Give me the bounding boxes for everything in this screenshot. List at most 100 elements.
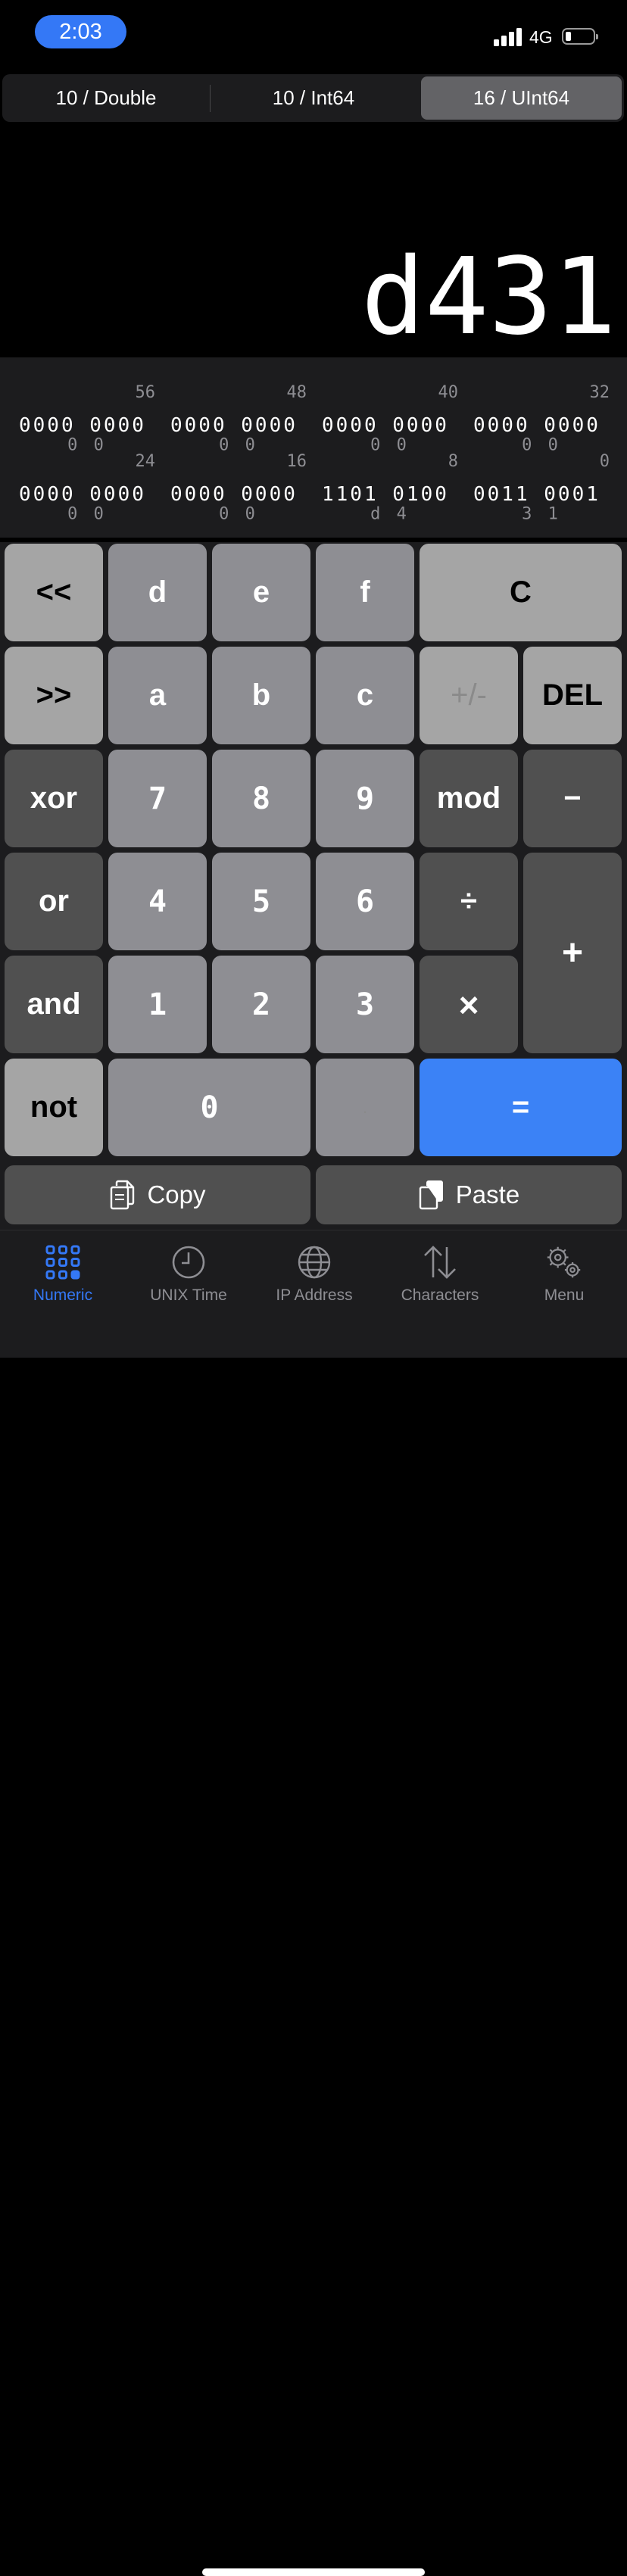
bit-binary[interactable]: 0000 0000 — [19, 414, 146, 437]
bit-position-label: 40 — [438, 383, 459, 402]
globe-icon — [298, 1246, 331, 1279]
gears-icon — [547, 1246, 581, 1278]
hex-d-key[interactable]: d — [108, 544, 207, 641]
divide-key[interactable]: ÷ — [420, 853, 518, 950]
cellular-signal-icon — [494, 28, 524, 46]
copy-button[interactable]: Copy — [5, 1165, 310, 1224]
mode-option-decimal-int64[interactable]: 10 / Int64 — [212, 76, 415, 120]
bit-binary[interactable]: 0000 0000 — [322, 414, 449, 437]
clear-key[interactable]: C — [420, 544, 622, 641]
bit-position-label: 0 — [599, 452, 610, 471]
arrows-up-down-icon — [424, 1246, 456, 1279]
digit-1-key[interactable]: 1 — [108, 956, 207, 1053]
digit-8-key[interactable]: 8 — [212, 750, 310, 847]
equals-key[interactable]: = — [420, 1059, 622, 1156]
bits-panel: 56 0000 0000 0 0 48 0000 0000 0 0 40 000… — [0, 357, 627, 538]
tab-label: UNIX Time — [150, 1286, 227, 1304]
bit-position-label: 24 — [135, 452, 156, 471]
bit-group: 48 0000 0000 0 0 — [170, 383, 307, 455]
tab-bar: Numeric UNIX Time IP Address Characters … — [0, 1230, 627, 2576]
negate-key[interactable]: +/- — [420, 647, 518, 744]
bit-group: 40 0000 0000 0 0 — [322, 383, 459, 455]
bit-group: 8 1101 0100 d 4 — [322, 452, 458, 524]
bit-group: 32 0000 0000 0 0 — [473, 383, 610, 455]
digit-9-key[interactable]: 9 — [316, 750, 414, 847]
digit-0-label: 0 — [200, 1090, 219, 1125]
shift-right-key[interactable]: >> — [5, 647, 103, 744]
digit-4-label: 4 — [148, 884, 167, 919]
and-key[interactable]: and — [5, 956, 103, 1053]
tab-unix-time[interactable]: UNIX Time — [126, 1244, 251, 1305]
tab-ip-address[interactable]: IP Address — [251, 1244, 377, 1305]
battery-icon — [562, 28, 598, 45]
bit-binary[interactable]: 0000 0000 — [170, 483, 298, 506]
hex-f-key[interactable]: f — [316, 544, 414, 641]
hex-b-key[interactable]: b — [212, 647, 310, 744]
not-key[interactable]: not — [5, 1059, 103, 1156]
digit-7-label: 7 — [148, 781, 167, 816]
base-mode-selector: 10 / Double 10 / Int64 16 / UInt64 — [2, 74, 624, 122]
clock-icon — [172, 1246, 205, 1279]
tab-label: Numeric — [33, 1286, 93, 1304]
bit-binary[interactable]: 0000 0000 — [473, 414, 600, 437]
or-key[interactable]: or — [5, 853, 103, 950]
bit-binary[interactable]: 0011 0001 — [473, 483, 600, 506]
bit-position-label: 48 — [286, 383, 307, 402]
status-time: 2:03 — [35, 15, 126, 48]
paste-icon — [419, 1180, 443, 1210]
bit-binary[interactable]: 0000 0000 — [19, 483, 146, 506]
tab-label: Characters — [401, 1286, 479, 1304]
tab-numeric[interactable]: Numeric — [0, 1244, 126, 1305]
bit-position-label: 8 — [448, 452, 458, 471]
bit-group: 0 0011 0001 3 1 — [473, 452, 610, 524]
bit-group: 56 0000 0000 0 0 — [19, 383, 155, 455]
hex-e-key[interactable]: e — [212, 544, 310, 641]
digit-6-label: 6 — [355, 884, 375, 919]
bit-position-label: 32 — [589, 383, 610, 402]
hex-a-key[interactable]: a — [108, 647, 207, 744]
bit-hex-digits: 3 1 — [522, 504, 561, 524]
digit-7-key[interactable]: 7 — [108, 750, 207, 847]
bit-binary[interactable]: 0000 0000 — [170, 414, 298, 437]
network-type: 4G — [529, 27, 553, 47]
segment-divider — [210, 85, 211, 112]
mod-key[interactable]: mod — [420, 750, 518, 847]
mode-option-decimal-double[interactable]: 10 / Double — [5, 76, 207, 120]
paste-button[interactable]: Paste — [316, 1165, 622, 1224]
digit-0-key[interactable]: 0 — [108, 1059, 310, 1156]
bit-position-label: 16 — [286, 452, 307, 471]
mode-option-hex-uint64[interactable]: 16 / UInt64 — [421, 76, 622, 120]
digit-6-key[interactable]: 6 — [316, 853, 414, 950]
copy-label: Copy — [147, 1180, 206, 1208]
hex-c-key[interactable]: c — [316, 647, 414, 744]
status-bar: 2:03 4G — [0, 0, 627, 68]
home-indicator — [202, 2568, 425, 2576]
tab-menu[interactable]: Menu — [501, 1244, 627, 1305]
digit-4-key[interactable]: 4 — [108, 853, 207, 950]
minus-key[interactable]: − — [523, 750, 622, 847]
copy-icon — [111, 1180, 135, 1210]
grid-icon — [45, 1245, 80, 1280]
shift-left-key[interactable]: << — [5, 544, 103, 641]
multiply-key[interactable]: × — [420, 956, 518, 1053]
bit-binary[interactable]: 1101 0100 — [322, 483, 449, 506]
tab-characters[interactable]: Characters — [377, 1244, 503, 1305]
bit-hex-digits: 0 0 — [219, 504, 258, 524]
decimal-point-key[interactable]: . — [316, 1059, 414, 1156]
bit-group: 24 0000 0000 0 0 — [19, 452, 156, 524]
xor-key[interactable]: xor — [5, 750, 103, 847]
tab-label: Menu — [544, 1286, 585, 1304]
digit-5-label: 5 — [251, 884, 271, 919]
bit-group: 16 0000 0000 0 0 — [170, 452, 307, 524]
digit-5-key[interactable]: 5 — [212, 853, 310, 950]
digit-9-label: 9 — [355, 781, 375, 816]
delete-key[interactable]: DEL — [523, 647, 622, 744]
digit-3-key[interactable]: 3 — [316, 956, 414, 1053]
plus-key[interactable]: + — [523, 853, 622, 1053]
tab-label: IP Address — [276, 1286, 353, 1304]
paste-label: Paste — [455, 1180, 520, 1208]
keypad: << d e f C >> a b c +/- DEL xor 7 8 9 mo… — [0, 542, 627, 1230]
digit-2-key[interactable]: 2 — [212, 956, 310, 1053]
digit-8-label: 8 — [251, 781, 271, 816]
bit-hex-digits: 0 0 — [67, 504, 107, 524]
